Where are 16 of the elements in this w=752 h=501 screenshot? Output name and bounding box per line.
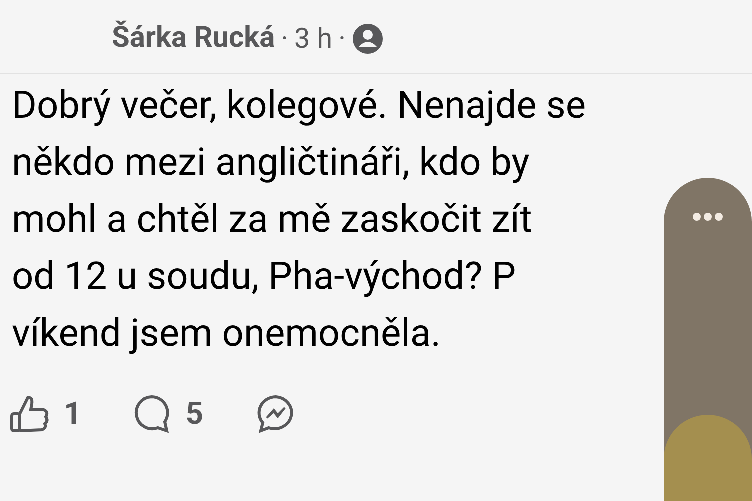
- post-time: 3 h: [294, 20, 333, 56]
- separator: ·: [338, 20, 346, 56]
- post-text-line: Dobrý večer, kolegové. Nenajde se: [12, 83, 586, 130]
- post-text-line: od 12 u soudu, Pha-východ? P: [12, 254, 516, 301]
- author-name[interactable]: Šárka Rucká: [112, 16, 276, 60]
- post-text-line: někdo mezi angličtináři, kdo by: [12, 140, 530, 187]
- messenger-icon[interactable]: [256, 394, 296, 434]
- post-text-line: víkend jsem onemocněla.: [12, 311, 442, 358]
- audience-icon[interactable]: [352, 22, 384, 54]
- more-options-icon[interactable]: [692, 212, 724, 222]
- floating-panel[interactable]: [664, 178, 752, 501]
- comment-count: 5: [186, 394, 204, 434]
- thumbs-up-icon[interactable]: [10, 394, 50, 434]
- post-text-line: mohl a chtěl za mě zaskočit zít: [12, 197, 532, 244]
- separator: ·: [281, 20, 288, 56]
- like-count: 1: [64, 394, 82, 434]
